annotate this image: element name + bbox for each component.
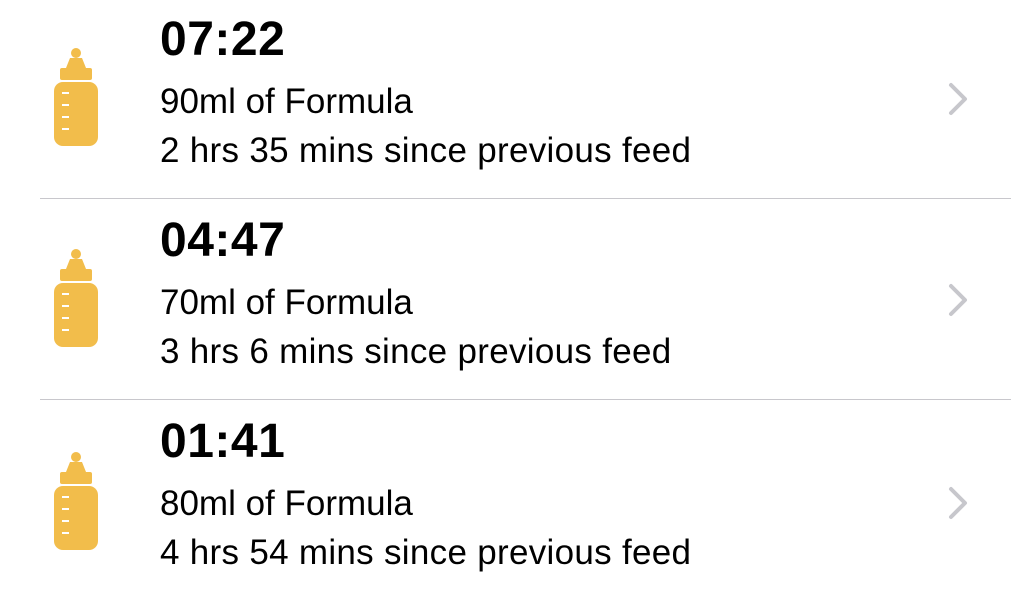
feed-list: 07:22 90ml of Formula 2 hrs 35 mins sinc… — [0, 0, 1011, 597]
chevron-right-icon — [949, 487, 967, 519]
feed-interval: 2 hrs 35 mins since previous feed — [160, 131, 692, 170]
feed-time: 07:22 — [160, 13, 286, 66]
chevron-right-icon — [949, 284, 967, 316]
feed-row[interactable]: 04:47 70ml of Formula 3 hrs 6 mins since… — [0, 201, 1011, 401]
feed-row[interactable]: 07:22 90ml of Formula 2 hrs 35 mins sinc… — [0, 0, 1011, 200]
feed-interval: 4 hrs 54 mins since previous feed — [160, 533, 692, 572]
baby-bottle-icon — [54, 249, 98, 347]
chevron-right-icon — [949, 83, 967, 115]
feed-row[interactable]: 01:41 80ml of Formula 4 hrs 54 mins sinc… — [0, 402, 1011, 602]
feed-interval: 3 hrs 6 mins since previous feed — [160, 332, 672, 371]
feed-amount: 80ml of Formula — [160, 484, 413, 523]
feed-amount: 90ml of Formula — [160, 82, 413, 121]
baby-bottle-icon — [54, 452, 98, 550]
feed-amount: 70ml of Formula — [160, 283, 413, 322]
feed-time: 04:47 — [160, 214, 286, 267]
row-separator — [40, 399, 1011, 400]
baby-bottle-icon — [54, 48, 98, 146]
feed-time: 01:41 — [160, 415, 286, 468]
row-separator — [40, 198, 1011, 199]
